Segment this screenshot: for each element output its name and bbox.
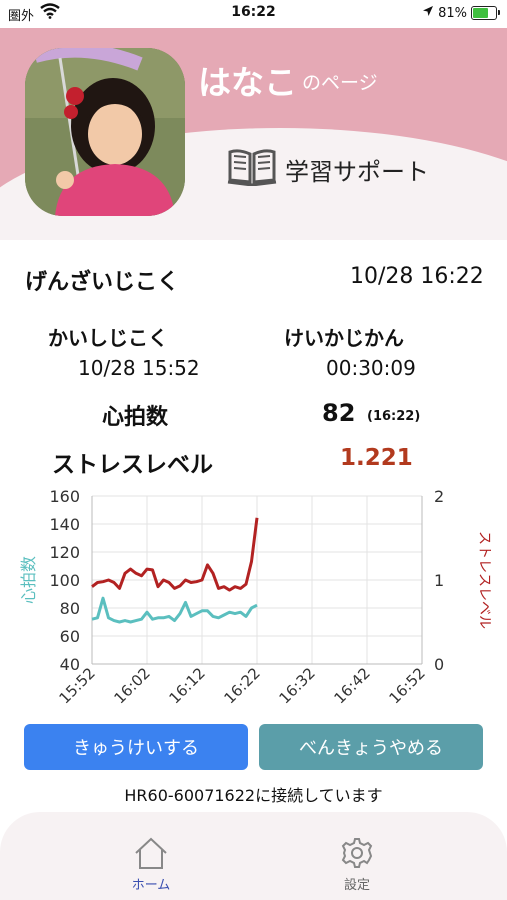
- stress-level-label: ストレスレベル: [52, 452, 213, 478]
- x-tick-label: 16:22: [221, 664, 264, 707]
- location-arrow-icon: [422, 5, 434, 21]
- take-break-button[interactable]: きゅうけいする: [24, 724, 248, 770]
- y-tick-label-right: 0: [434, 655, 444, 674]
- stress-level-value: 1.221: [340, 445, 413, 471]
- heart-rate-label: 心拍数: [102, 405, 169, 430]
- y-tick-label-left: 160: [49, 487, 80, 506]
- study-support-link[interactable]: 学習サポート: [227, 146, 429, 192]
- study-support-label: 学習サポート: [285, 157, 429, 186]
- gear-icon: [340, 838, 374, 874]
- stress-level-series-line: [91, 517, 259, 592]
- heart-rate-stress-chart: 40 60 80 100 120 140 160 0 1 2 15:52 16:02 16:12 16:2…: [19, 484, 500, 724]
- y-axis-title-right: ストレスレベル: [476, 531, 492, 629]
- x-tick-label: 16:42: [331, 664, 374, 707]
- y-tick-label-left: 100: [49, 571, 80, 590]
- connection-status: HR60-60071622に接続しています: [124, 786, 383, 805]
- page-owner-suffix: のページ: [302, 72, 378, 94]
- start-time-label: かいしじこく: [48, 326, 168, 350]
- y-tick-label-right: 1: [434, 571, 444, 590]
- y-tick-label-left: 80: [60, 599, 80, 618]
- y-axis-title-left: 心拍数: [20, 556, 38, 604]
- tab-settings-label: 設定: [343, 878, 370, 893]
- home-icon: [133, 837, 169, 874]
- x-tick-label: 16:52: [386, 664, 429, 707]
- tab-home-label: ホーム: [131, 878, 171, 893]
- heart-rate-value: 82: [322, 399, 356, 427]
- y-tick-label-left: 60: [60, 627, 80, 646]
- current-time-value: 10/28 16:22: [350, 264, 484, 289]
- y-tick-label-right: 2: [434, 487, 444, 506]
- tab-bar: ホーム 設定: [0, 812, 507, 900]
- chart-svg: 40608010012014016001215:52 16:02 16:12 16:2…: [19, 487, 492, 707]
- page-owner-name: はなこ: [198, 63, 297, 102]
- battery-icon: [471, 6, 500, 20]
- current-time-label: げんざいじこく: [25, 270, 180, 295]
- battery-percent: 81%: [438, 5, 467, 21]
- tab-home[interactable]: ホーム: [101, 836, 201, 893]
- y-tick-label-left: 140: [49, 515, 80, 534]
- book-icon: [227, 146, 277, 192]
- status-bar: 圏外 16:22 81%: [0, 0, 507, 28]
- status-right: 81%: [422, 5, 500, 21]
- elapsed-time-value: 00:30:09: [326, 356, 416, 380]
- x-tick-label: 16:02: [111, 664, 154, 707]
- heart-rate-series-line: [91, 596, 258, 624]
- x-tick-label: 16:32: [276, 664, 319, 707]
- tab-settings[interactable]: 設定: [307, 836, 407, 893]
- heart-rate-time: (16:22): [367, 409, 421, 424]
- y-tick-label-left: 40: [60, 655, 80, 674]
- stop-studying-button[interactable]: べんきょうやめる: [259, 724, 483, 770]
- avatar: [25, 48, 185, 216]
- elapsed-time-label: けいかじかん: [284, 326, 404, 350]
- y-tick-label-left: 120: [49, 543, 80, 562]
- x-tick-label: 16:12: [166, 664, 209, 707]
- start-time-value: 10/28 15:52: [78, 356, 200, 380]
